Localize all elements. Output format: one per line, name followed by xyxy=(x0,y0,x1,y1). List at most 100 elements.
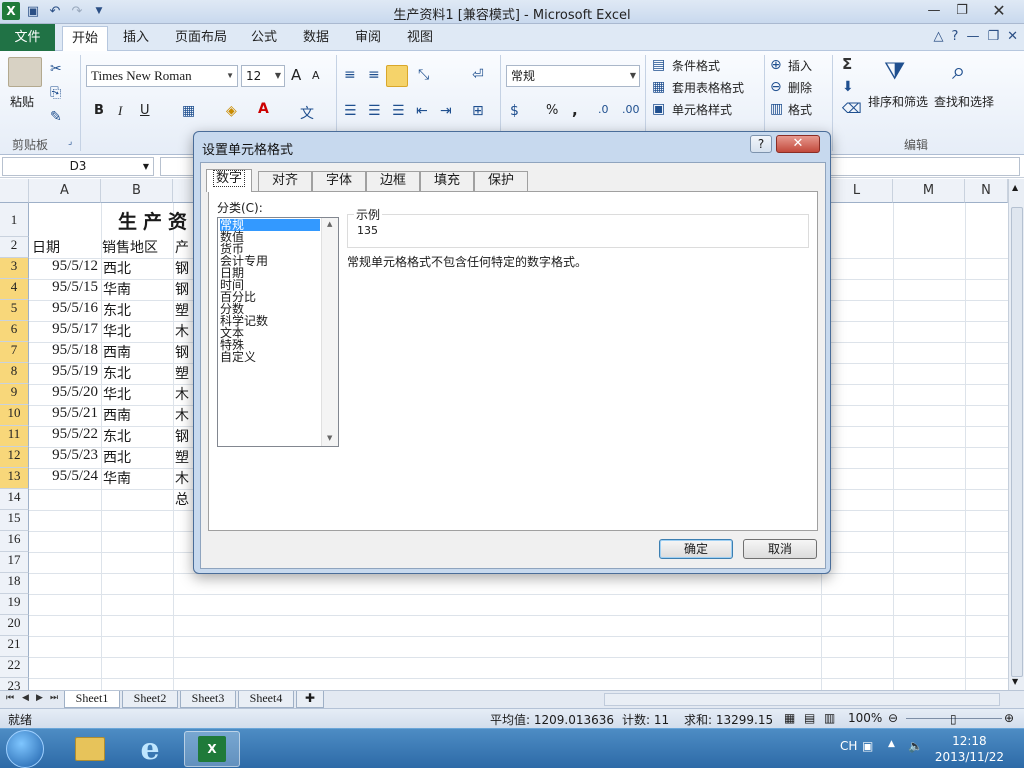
row-header[interactable]: 21 xyxy=(0,636,29,657)
autosum-icon[interactable]: Σ xyxy=(842,55,852,73)
tab-home[interactable]: 开始 xyxy=(62,26,108,52)
total-label-cell[interactable]: 总 xyxy=(175,489,189,510)
column-header-b[interactable]: B xyxy=(101,179,173,203)
row-header[interactable]: 9 xyxy=(0,384,29,405)
align-center-icon[interactable]: ☰ xyxy=(368,103,381,119)
scroll-down-icon[interactable]: ▼ xyxy=(1012,677,1018,686)
decrease-decimal-icon[interactable]: .00 xyxy=(622,103,640,116)
copy-icon[interactable]: ⎘ xyxy=(50,85,61,101)
product-cell[interactable]: 木 xyxy=(175,321,195,342)
select-all-corner[interactable] xyxy=(0,179,29,203)
align-top-icon[interactable]: ≡ xyxy=(344,67,356,83)
doc-minimize-icon[interactable]: — xyxy=(966,29,979,44)
date-cell[interactable]: 95/5/19 xyxy=(29,363,101,384)
percent-button[interactable]: % xyxy=(546,103,558,118)
page-layout-view-icon[interactable]: ▤ xyxy=(804,711,815,725)
underline-button[interactable]: U xyxy=(140,103,150,118)
delete-cells-icon[interactable]: ⊖ xyxy=(770,79,782,95)
tab-page-layout[interactable]: 页面布局 xyxy=(170,26,232,51)
find-select-icon[interactable]: ⌕ xyxy=(952,57,965,85)
column-header-m[interactable]: M xyxy=(893,179,965,203)
bold-button[interactable]: B xyxy=(94,103,104,118)
format-cells-icon[interactable]: ▥ xyxy=(770,101,783,117)
sheet-tab[interactable]: Sheet1 xyxy=(64,691,120,708)
row-header[interactable]: 6 xyxy=(0,321,29,342)
region-cell[interactable]: 西南 xyxy=(103,342,173,363)
dialog-help-button[interactable]: ? xyxy=(750,135,772,153)
tray-expand-icon[interactable]: ▲ xyxy=(888,739,895,749)
product-cell[interactable]: 塑 xyxy=(175,447,195,468)
product-cell[interactable]: 钢 xyxy=(175,426,195,447)
name-box[interactable]: D3 ▼ xyxy=(2,157,154,176)
date-cell[interactable]: 95/5/21 xyxy=(29,405,101,426)
column-header-n[interactable]: N xyxy=(965,179,1008,203)
vertical-scrollbar[interactable]: ▲ ▼ xyxy=(1008,179,1024,690)
font-name-select[interactable]: Times New Roman ▼ xyxy=(86,65,238,87)
delete-cells-button[interactable]: 删除 xyxy=(788,79,812,96)
help-icon[interactable]: ? xyxy=(952,29,959,44)
ribbon-minimize-icon[interactable]: △ xyxy=(934,29,944,44)
ime-indicator[interactable]: CH xyxy=(840,739,857,753)
comma-button[interactable]: , xyxy=(572,101,578,119)
product-cell[interactable]: 木 xyxy=(175,405,195,426)
region-cell[interactable]: 西南 xyxy=(103,405,173,426)
row-header[interactable]: 5 xyxy=(0,300,29,321)
doc-restore-icon[interactable]: ❐ xyxy=(987,29,999,44)
header-product-cell[interactable]: 产 xyxy=(175,237,189,258)
number-format-select[interactable]: 常规 ▼ xyxy=(506,65,640,87)
row-header[interactable]: 12 xyxy=(0,447,29,468)
insert-cells-button[interactable]: 插入 xyxy=(788,57,812,74)
row-header[interactable]: 11 xyxy=(0,426,29,447)
increase-indent-icon[interactable]: ⇥ xyxy=(440,103,452,119)
region-cell[interactable]: 华南 xyxy=(103,279,173,300)
row-header[interactable]: 17 xyxy=(0,552,29,573)
tab-number[interactable]: 数字 xyxy=(206,169,252,192)
paste-icon[interactable] xyxy=(8,57,42,87)
zoom-in-icon[interactable]: ⊕ xyxy=(1004,711,1014,725)
row-header[interactable]: 19 xyxy=(0,594,29,615)
date-cell[interactable]: 95/5/22 xyxy=(29,426,101,447)
product-cell[interactable]: 塑 xyxy=(175,300,195,321)
date-cell[interactable]: 95/5/15 xyxy=(29,279,101,300)
date-cell[interactable]: 95/5/24 xyxy=(29,468,101,489)
zoom-level[interactable]: 100% xyxy=(848,711,882,725)
internet-explorer-icon[interactable]: e xyxy=(122,731,178,767)
region-cell[interactable]: 西北 xyxy=(103,258,173,279)
row-header[interactable]: 23 xyxy=(0,678,29,690)
merge-center-icon[interactable]: ⊞ xyxy=(472,103,484,119)
tab-fill[interactable]: 填充 xyxy=(420,171,474,191)
region-cell[interactable]: 西北 xyxy=(103,447,173,468)
align-middle-icon[interactable]: ≡ xyxy=(368,67,380,83)
minimize-icon[interactable]: — xyxy=(920,0,948,20)
tab-view[interactable]: 视图 xyxy=(400,26,440,51)
product-cell[interactable]: 木 xyxy=(175,468,195,489)
wrap-text-icon[interactable]: ⏎ xyxy=(472,67,484,83)
table-format-icon[interactable]: ▦ xyxy=(652,79,665,95)
date-cell[interactable]: 95/5/23 xyxy=(29,447,101,468)
scroll-up-icon[interactable]: ▲ xyxy=(327,220,332,228)
font-size-select[interactable]: 12 ▼ xyxy=(241,65,285,87)
category-list[interactable]: 常规 数值 货币 会计专用 日期 时间 百分比 分数 科学记数 文本 特殊 自定… xyxy=(217,217,339,447)
fill-color-icon[interactable]: ◈ xyxy=(226,103,237,119)
sheet-tab[interactable]: Sheet2 xyxy=(122,691,178,708)
ime-mode-icon[interactable]: ▣ xyxy=(862,739,873,753)
tab-protection[interactable]: 保护 xyxy=(474,171,528,191)
volume-icon[interactable]: 🔈 xyxy=(908,739,923,753)
zoom-thumb-icon[interactable]: ▯ xyxy=(950,712,957,726)
region-cell[interactable]: 东北 xyxy=(103,426,173,447)
excel-taskbar-icon[interactable]: X xyxy=(184,731,240,767)
tab-data[interactable]: 数据 xyxy=(296,26,336,51)
region-cell[interactable]: 东北 xyxy=(103,363,173,384)
product-cell[interactable]: 钢 xyxy=(175,258,195,279)
date-cell[interactable]: 95/5/16 xyxy=(29,300,101,321)
table-format-button[interactable]: 套用表格格式 xyxy=(672,79,744,96)
shrink-font-button[interactable]: A xyxy=(312,69,320,82)
phonetic-icon[interactable]: 文 xyxy=(300,103,314,123)
doc-close-icon[interactable]: ✕ xyxy=(1007,29,1018,44)
row-header[interactable]: 7 xyxy=(0,342,29,363)
format-cells-button[interactable]: 格式 xyxy=(788,101,812,118)
tab-file[interactable]: 文件 xyxy=(0,24,55,51)
close-icon[interactable]: ✕ xyxy=(976,0,1022,20)
date-cell[interactable]: 95/5/20 xyxy=(29,384,101,405)
grow-font-button[interactable]: A xyxy=(291,66,301,84)
